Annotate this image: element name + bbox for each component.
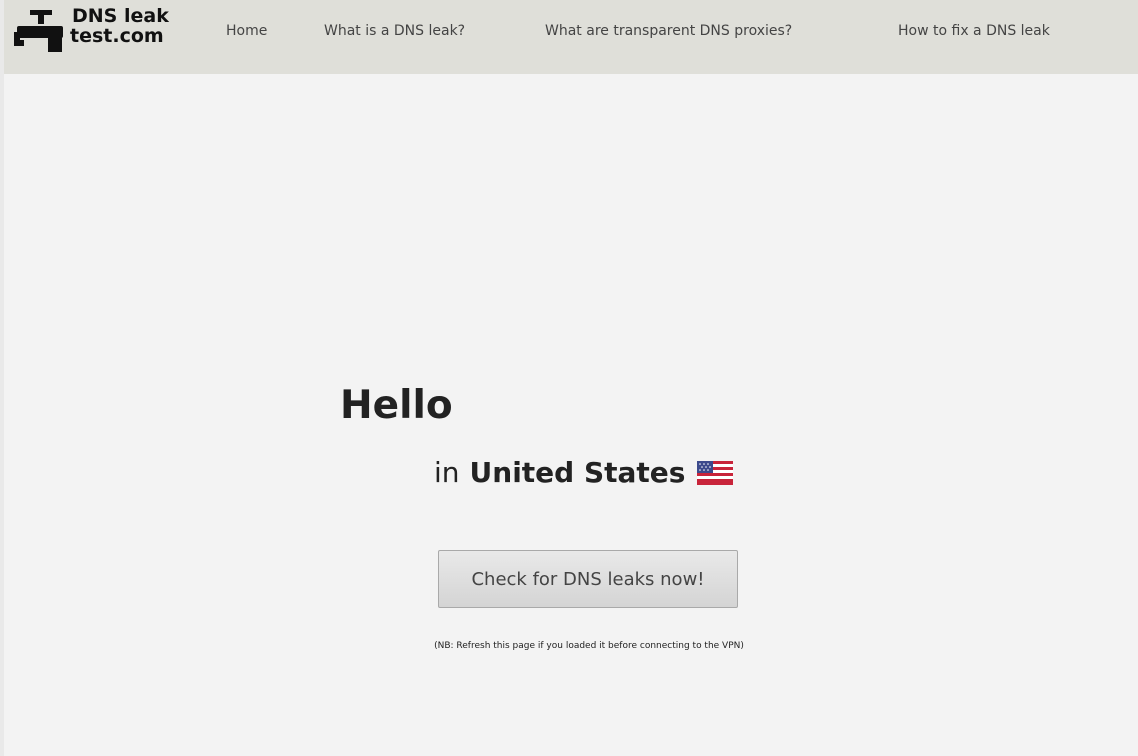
us-flag-icon bbox=[697, 461, 734, 485]
check-dns-leaks-button[interactable]: Check for DNS leaks now! bbox=[438, 550, 738, 608]
logo-text: DNS leak test.com bbox=[70, 6, 169, 46]
water-tap-icon bbox=[14, 10, 63, 52]
top-navbar: DNS leak test.com Home What is a DNS lea… bbox=[4, 0, 1138, 74]
site-logo[interactable]: DNS leak test.com bbox=[14, 6, 169, 58]
nav-transparent-dns-proxies[interactable]: What are transparent DNS proxies? bbox=[545, 23, 792, 39]
location-line: in United States bbox=[434, 455, 734, 491]
logo-line1: DNS leak bbox=[72, 5, 169, 27]
nav-what-is-dns-leak[interactable]: What is a DNS leak? bbox=[324, 23, 465, 39]
location-prefix: in bbox=[434, 456, 460, 489]
nav-home[interactable]: Home bbox=[226, 23, 267, 39]
refresh-note: (NB: Refresh this page if you loaded it … bbox=[434, 641, 744, 651]
nav-how-to-fix[interactable]: How to fix a DNS leak bbox=[898, 23, 1050, 39]
greeting-heading: Hello bbox=[340, 383, 453, 428]
logo-line2: test.com bbox=[70, 25, 164, 47]
country-name: United States bbox=[469, 456, 686, 489]
